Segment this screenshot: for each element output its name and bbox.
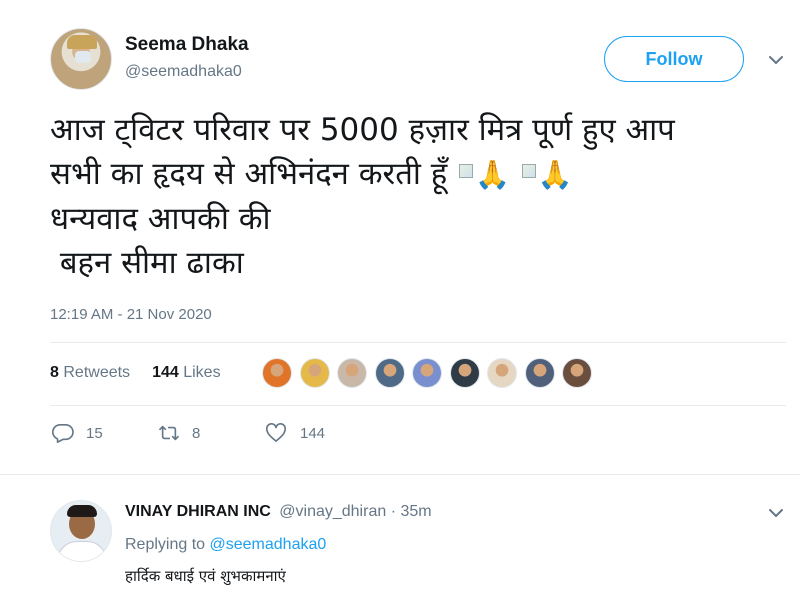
reply-text: हार्दिक बधाई एवं शुभकामनाएं — [125, 567, 286, 585]
liker-avatar[interactable] — [524, 358, 555, 388]
broken-image-icon — [459, 163, 474, 178]
tweet-line: सभी का हृदय से अभिनंदन करती हूँ 🙏 🙏 — [50, 152, 770, 197]
reply-author-handle[interactable]: @vinay_dhiran — [279, 503, 386, 520]
divider — [0, 474, 800, 475]
replying-to-handle[interactable]: @seemadhaka0 — [210, 536, 327, 553]
likes-label: Likes — [183, 364, 221, 381]
liker-avatar[interactable] — [374, 358, 405, 388]
like-action[interactable]: 144 — [264, 423, 325, 443]
tweet-stats: 8 Retweets 144 Likes — [50, 364, 243, 382]
liker-avatars — [262, 358, 600, 388]
liker-avatar[interactable] — [299, 358, 330, 388]
reply-count: 15 — [86, 424, 103, 442]
folded-hands-emoji: 🙏 — [475, 158, 510, 191]
retweet-action[interactable]: 8 — [158, 423, 200, 443]
reply-separator: · — [390, 503, 397, 520]
reply-author-name[interactable]: VINAY DHIRAN INC — [125, 503, 271, 520]
retweets-label: Retweets — [63, 364, 131, 381]
liker-avatar[interactable] — [412, 358, 442, 388]
divider — [50, 342, 786, 343]
tweet-text: आज ट्विटर परिवार पर 5000 हज़ार मित्र पूर… — [50, 108, 770, 285]
liker-avatar[interactable] — [262, 358, 292, 388]
heart-icon — [266, 423, 286, 442]
retweet-count: 8 — [192, 424, 201, 442]
follow-button[interactable]: Follow — [604, 36, 744, 82]
broken-image-icon — [521, 163, 536, 178]
like-count: 144 — [300, 424, 326, 442]
liker-avatar[interactable] — [449, 358, 480, 388]
retweet-icon — [158, 425, 180, 441]
chevron-down-icon[interactable] — [766, 503, 786, 523]
retweets-stat[interactable]: 8 Retweets — [50, 364, 130, 382]
reply-action[interactable]: 15 — [52, 423, 103, 443]
reply-time[interactable]: 35m — [400, 503, 431, 520]
tweet-line: धन्यवाद आपकी की — [50, 201, 271, 237]
tweet-timestamp[interactable]: 12:19 AM - 21 Nov 2020 — [50, 306, 212, 323]
likes-count: 144 — [152, 364, 179, 381]
chevron-down-icon[interactable] — [766, 50, 786, 70]
replying-to-label: Replying to — [125, 536, 206, 553]
author-handle[interactable]: @seemadhaka0 — [125, 63, 242, 81]
tweet-line: आज ट्विटर परिवार पर 5000 हज़ार मित्र पूर… — [50, 112, 675, 148]
tweet-line: बहन सीमा ढाका — [50, 245, 244, 281]
tweet-line-text: सभी का हृदय से अभिनंदन करती हूँ — [50, 156, 448, 192]
replying-to: Replying to @seemadhaka0 — [125, 536, 326, 554]
liker-avatar[interactable] — [562, 358, 592, 388]
reply-author-avatar[interactable] — [50, 500, 112, 562]
liker-avatar[interactable] — [487, 358, 517, 388]
folded-hands-emoji: 🙏 — [537, 158, 573, 191]
liker-avatar[interactable] — [337, 358, 367, 388]
author-avatar[interactable] — [50, 28, 112, 90]
author-name[interactable]: Seema Dhaka — [125, 34, 249, 56]
reply-header: VINAY DHIRAN INC @vinay_dhiran · 35m — [125, 503, 432, 521]
divider — [50, 405, 786, 406]
retweets-count: 8 — [50, 364, 59, 381]
likes-stat[interactable]: 144 Likes — [152, 364, 221, 382]
reply-icon — [52, 423, 74, 443]
